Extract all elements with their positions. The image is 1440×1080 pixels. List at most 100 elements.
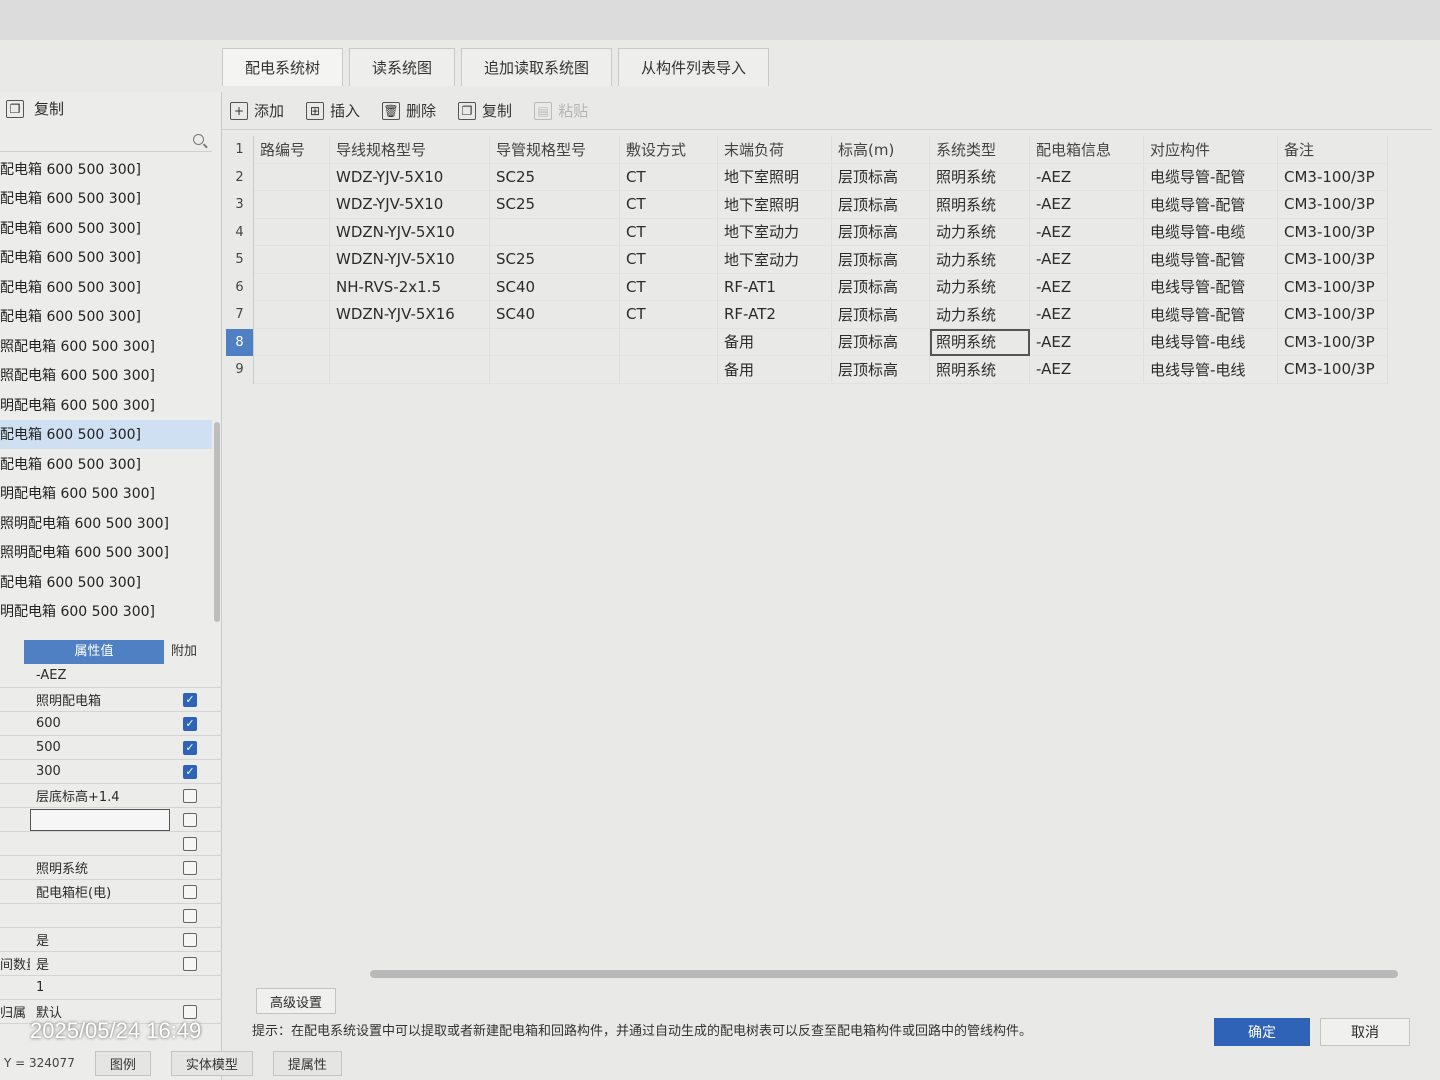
cell-terminal-load[interactable]: RF-AT2 [718, 301, 832, 329]
row-number[interactable]: 6 [226, 273, 254, 301]
bottom-tab-extract-properties[interactable]: 提属性 [272, 1050, 342, 1076]
property-value[interactable]: 层底标高+1.4 [30, 786, 170, 805]
cell-remarks[interactable]: CM3-100/3P [1278, 356, 1388, 384]
attach-checkbox[interactable]: ✓ [183, 716, 197, 731]
tree-scrollbar[interactable] [214, 422, 220, 622]
tree-item[interactable]: 明配电箱 600 500 300] [0, 479, 212, 509]
tree-item[interactable]: 照配电箱 600 500 300] [0, 331, 212, 361]
cell-system-type[interactable]: 动力系统 [930, 301, 1030, 329]
cell-laying-method[interactable]: CT [620, 273, 718, 301]
cell-remarks[interactable]: CM3-100/3P [1278, 218, 1388, 246]
property-value[interactable]: 是 [30, 954, 170, 973]
cell-elevation[interactable]: 层顶标高 [832, 356, 930, 384]
cell-system-type[interactable]: 照明系统 [930, 163, 1030, 191]
cell-component[interactable]: 电线导管-配管 [1144, 273, 1278, 301]
paste-button[interactable]: ▤ 粘贴 [534, 100, 588, 121]
cell-component[interactable]: 电线导管-电线 [1144, 356, 1278, 384]
cell-circuit-no[interactable] [254, 273, 330, 301]
cell-system-type[interactable]: 照明系统 [930, 356, 1030, 384]
cell-laying-method[interactable]: CT [620, 163, 718, 191]
attach-checkbox[interactable] [183, 788, 197, 803]
cell-component[interactable]: 电缆导管-配管 [1144, 163, 1278, 191]
cell-terminal-load[interactable]: 备用 [718, 356, 832, 384]
attach-checkbox[interactable] [183, 836, 197, 851]
attach-checkbox[interactable]: ✓ [183, 764, 197, 779]
cell-circuit-no[interactable] [254, 191, 330, 219]
cell-wire-spec[interactable]: WDZ-YJV-5X10 [330, 191, 490, 219]
tab-read-system-diagram[interactable]: 读系统图 [349, 48, 456, 86]
property-value[interactable]: 是 [30, 930, 170, 949]
cell-remarks[interactable]: CM3-100/3P [1278, 191, 1388, 219]
cell-conduit-spec[interactable] [490, 356, 620, 384]
cell-wire-spec[interactable]: WDZN-YJV-5X10 [330, 246, 490, 274]
bottom-tab-solid-model[interactable]: 实体模型 [170, 1050, 253, 1076]
attach-checkbox[interactable]: ✓ [183, 692, 197, 707]
cell-elevation[interactable]: 层顶标高 [832, 191, 930, 219]
cell-circuit-no[interactable] [254, 163, 330, 191]
row-number[interactable]: 4 [226, 218, 254, 246]
property-value[interactable]: 配电箱柜(电) [30, 882, 170, 901]
tab-distribution-tree[interactable]: 配电系统树 [222, 48, 344, 86]
add-button[interactable]: + 添加 [230, 100, 284, 121]
tab-import-from-component-list[interactable]: 从构件列表导入 [618, 48, 770, 86]
cell-wire-spec[interactable] [330, 328, 490, 356]
cell-elevation[interactable]: 层顶标高 [832, 328, 930, 356]
cell-component[interactable]: 电缆导管-配管 [1144, 246, 1278, 274]
cell-conduit-spec[interactable]: SC25 [490, 246, 620, 274]
cancel-button[interactable]: 取消 [1320, 1018, 1410, 1046]
tree-search[interactable] [0, 128, 212, 152]
tab-append-read-diagram[interactable]: 追加读取系统图 [461, 48, 613, 86]
cell-system-type[interactable]: 动力系统 [930, 246, 1030, 274]
row-number[interactable]: 7 [226, 301, 254, 329]
cell-system-type[interactable]: 照明系统 [930, 191, 1030, 219]
cell-terminal-load[interactable]: RF-AT1 [718, 273, 832, 301]
cell-elevation[interactable]: 层顶标高 [832, 163, 930, 191]
property-value[interactable]: 照明系统 [30, 858, 170, 877]
cell-remarks[interactable]: CM3-100/3P [1278, 163, 1388, 191]
row-number[interactable]: 1 [226, 136, 254, 164]
cell-elevation[interactable]: 层顶标高 [832, 301, 930, 329]
cell-terminal-load[interactable]: 地下室照明 [718, 163, 832, 191]
cell-laying-method[interactable] [620, 328, 718, 356]
cell-terminal-load[interactable]: 地下室照明 [718, 191, 832, 219]
attach-checkbox[interactable]: ✓ [183, 740, 197, 755]
cell-circuit-no[interactable] [254, 356, 330, 384]
cell-conduit-spec[interactable]: SC25 [490, 191, 620, 219]
cell-remarks[interactable]: CM3-100/3P [1278, 246, 1388, 274]
cell-component[interactable]: 电缆导管-配管 [1144, 301, 1278, 329]
row-number[interactable]: 8 [226, 328, 254, 356]
cell-remarks[interactable]: CM3-100/3P [1278, 328, 1388, 356]
cell-circuit-no[interactable] [254, 218, 330, 246]
cell-laying-method[interactable]: CT [620, 191, 718, 219]
row-number[interactable]: 3 [226, 191, 254, 219]
cell-wire-spec[interactable] [330, 356, 490, 384]
tree-item[interactable]: 配电箱 600 500 300] [0, 419, 212, 449]
cell-elevation[interactable]: 层顶标高 [832, 246, 930, 274]
cell-system-type[interactable]: 动力系统 [930, 218, 1030, 246]
advanced-settings-button[interactable]: 高级设置 [256, 988, 336, 1014]
cell-laying-method[interactable]: CT [620, 301, 718, 329]
attach-checkbox[interactable] [183, 812, 197, 827]
cell-terminal-load[interactable]: 地下室动力 [718, 218, 832, 246]
cell-component[interactable]: 电缆导管-电缆 [1144, 218, 1278, 246]
table-horizontal-scrollbar[interactable] [370, 970, 1398, 978]
attach-checkbox[interactable] [183, 932, 197, 947]
property-value[interactable]: 照明配电箱 [30, 690, 170, 709]
attach-checkbox[interactable] [183, 956, 197, 971]
tree-item[interactable]: 配电箱 600 500 300] [0, 213, 212, 243]
cell-conduit-spec[interactable] [490, 328, 620, 356]
cell-wire-spec[interactable]: NH-RVS-2x1.5 [330, 273, 490, 301]
tree-item[interactable]: 照明配电箱 600 500 300] [0, 508, 212, 538]
attach-checkbox[interactable] [183, 908, 197, 923]
cell-terminal-load[interactable]: 地下室动力 [718, 246, 832, 274]
tree-item[interactable]: 配电箱 600 500 300] [0, 243, 212, 273]
row-number[interactable]: 9 [226, 356, 254, 384]
attach-checkbox[interactable] [183, 860, 197, 875]
tree-item[interactable]: 配电箱 600 500 300] [0, 302, 212, 332]
bottom-tab-legend[interactable]: 图例 [94, 1050, 151, 1076]
tree-item[interactable]: 配电箱 600 500 300] [0, 449, 212, 479]
cell-remarks[interactable]: CM3-100/3P [1278, 301, 1388, 329]
cell-elevation[interactable]: 层顶标高 [832, 273, 930, 301]
cell-laying-method[interactable] [620, 356, 718, 384]
tree-item[interactable]: 明配电箱 600 500 300] [0, 390, 212, 420]
